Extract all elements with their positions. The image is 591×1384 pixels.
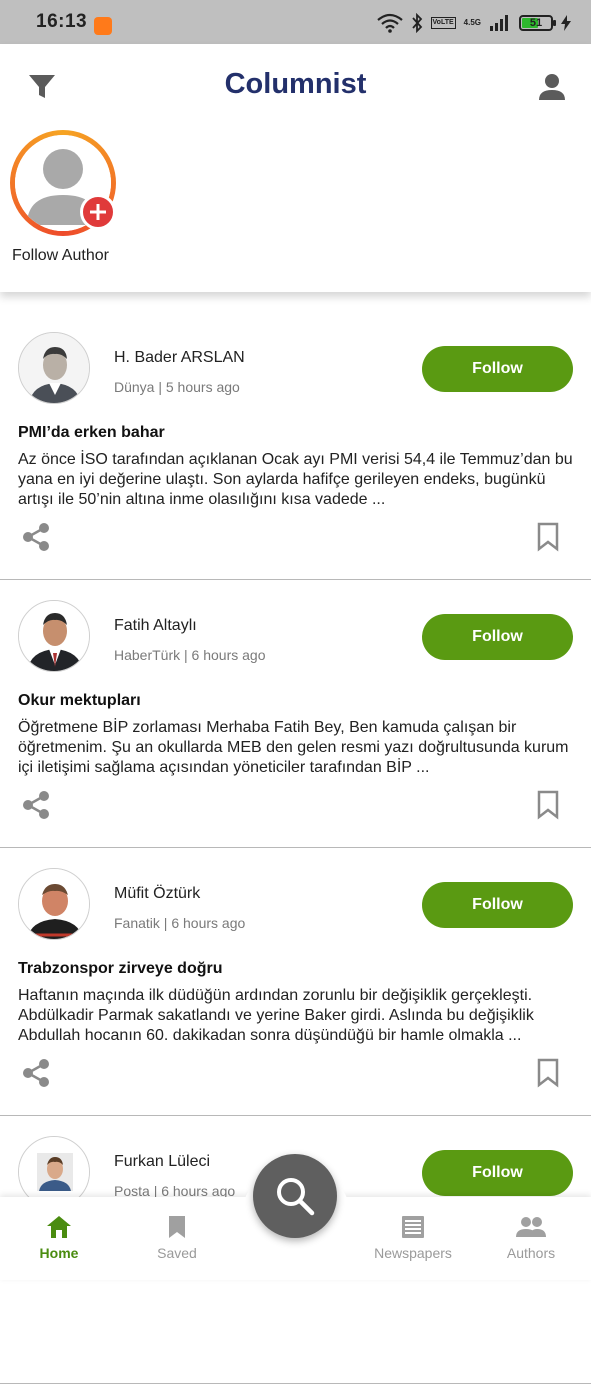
app-header: Columnist Follow Author bbox=[0, 44, 591, 292]
battery-indicator: 51 bbox=[519, 15, 556, 31]
nav-home[interactable]: Home bbox=[9, 1215, 109, 1261]
nav-label-authors: Authors bbox=[506, 1245, 556, 1261]
newspaper-icon bbox=[402, 1216, 424, 1238]
article-title[interactable]: Okur mektupları bbox=[18, 692, 141, 710]
share-icon[interactable] bbox=[22, 790, 50, 820]
bookmark-icon[interactable] bbox=[536, 790, 560, 820]
bookmark-icon[interactable] bbox=[536, 1058, 560, 1088]
search-button[interactable] bbox=[253, 1154, 337, 1238]
bookmark-icon bbox=[169, 1216, 185, 1238]
author-photo bbox=[19, 333, 89, 403]
author-photo bbox=[19, 601, 89, 671]
author-name[interactable]: Furkan Lüleci bbox=[114, 1153, 210, 1171]
article-excerpt[interactable]: Öğretmene BİP zorlaması Merhaba Fatih Be… bbox=[18, 718, 576, 778]
follow-button[interactable]: Follow bbox=[422, 346, 573, 392]
article-title[interactable]: Trabzonspor zirveye doğru bbox=[18, 960, 222, 978]
bluetooth-icon bbox=[411, 13, 422, 33]
bookmark-icon[interactable] bbox=[536, 522, 560, 552]
share-icon[interactable] bbox=[22, 522, 50, 552]
status-time: 16:13 bbox=[36, 11, 88, 32]
profile-icon[interactable] bbox=[537, 72, 567, 102]
author-name[interactable]: Fatih Altaylı bbox=[114, 617, 197, 635]
volte-label: VoLTE bbox=[430, 17, 456, 29]
author-name[interactable]: H. Bader ARSLAN bbox=[114, 349, 245, 367]
author-name[interactable]: Müfit Öztürk bbox=[114, 885, 200, 903]
article-card[interactable]: Fatih Altaylı HaberTürk | 6 hours ago Fo… bbox=[0, 580, 591, 848]
author-meta: Dünya | 5 hours ago bbox=[114, 379, 240, 395]
people-icon bbox=[516, 1217, 546, 1237]
author-meta: HaberTürk | 6 hours ago bbox=[114, 647, 266, 663]
follow-button[interactable]: Follow bbox=[422, 614, 573, 660]
author-photo bbox=[19, 869, 89, 939]
nav-label-home: Home bbox=[39, 1245, 79, 1261]
avatar[interactable] bbox=[18, 332, 90, 404]
charging-icon bbox=[561, 15, 571, 31]
status-icons: VoLTE 4.5G 51 bbox=[376, 12, 571, 34]
follow-button[interactable]: Follow bbox=[422, 1150, 573, 1196]
share-icon[interactable] bbox=[22, 1058, 50, 1088]
home-icon bbox=[47, 1216, 71, 1238]
article-excerpt[interactable]: Az önce İSO tarafından açıklanan Ocak ay… bbox=[18, 450, 576, 510]
article-excerpt[interactable]: Haftanın maçında ilk düdüğün ardından zo… bbox=[18, 986, 576, 1046]
network-type: 4.5G bbox=[463, 18, 481, 27]
battery-level: 51 bbox=[529, 17, 543, 29]
avatar[interactable] bbox=[18, 600, 90, 672]
follow-author-label: Follow Author bbox=[12, 247, 109, 264]
nav-label-newspapers: Newspapers bbox=[374, 1245, 452, 1261]
article-card[interactable]: Müfit Öztürk Fanatik | 6 hours ago Follo… bbox=[0, 848, 591, 1116]
follow-button[interactable]: Follow bbox=[422, 882, 573, 928]
app-notification-icon bbox=[94, 17, 112, 35]
article-card[interactable]: H. Bader ARSLAN Dünya | 5 hours ago Foll… bbox=[0, 312, 591, 580]
wifi-icon bbox=[376, 13, 403, 33]
nav-newspapers[interactable]: Newspapers bbox=[363, 1215, 463, 1261]
author-meta: Fanatik | 6 hours ago bbox=[114, 915, 246, 931]
nav-authors[interactable]: Authors bbox=[481, 1215, 581, 1261]
search-icon bbox=[277, 1178, 315, 1216]
nav-label-saved: Saved bbox=[157, 1245, 197, 1261]
signal-icon bbox=[490, 15, 508, 31]
page-title: Columnist bbox=[224, 68, 367, 100]
status-bar: 16:13 VoLTE 4.5G 51 bbox=[0, 0, 591, 44]
article-title[interactable]: PMI’da erken bahar bbox=[18, 424, 165, 442]
add-icon bbox=[80, 194, 116, 230]
follow-author-button[interactable]: Follow Author bbox=[10, 130, 120, 265]
nav-saved[interactable]: Saved bbox=[127, 1215, 227, 1261]
follow-author-ring bbox=[10, 130, 116, 236]
avatar[interactable] bbox=[18, 868, 90, 940]
